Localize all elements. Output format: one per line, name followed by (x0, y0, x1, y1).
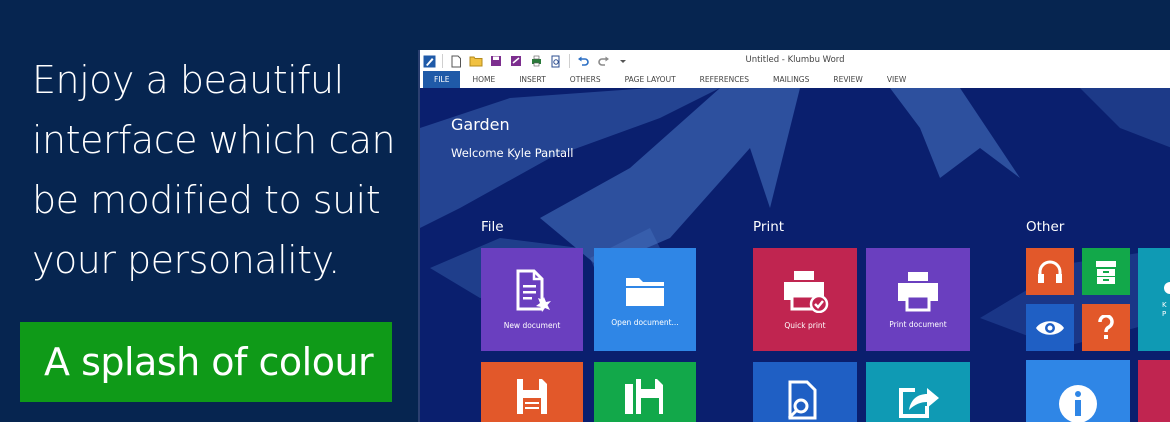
eye-tile[interactable] (1026, 304, 1074, 351)
export-icon (899, 388, 939, 418)
archive-icon (1096, 260, 1116, 284)
tab-insert[interactable]: INSERT (507, 71, 558, 88)
backstage-view: Garden Welcome Kyle Pantall File Print O… (420, 88, 1170, 422)
help-tile[interactable] (1082, 304, 1130, 351)
group-label-file: File (481, 219, 504, 235)
title-bar: Untitled - Klumbu Word (420, 50, 1170, 71)
backstage-title: Garden (451, 115, 510, 134)
info-tile[interactable] (1026, 360, 1130, 422)
promo-headline: Enjoy a beautiful interface which can be… (32, 58, 396, 282)
save-icon (517, 379, 547, 414)
tab-others[interactable]: OTHERS (558, 71, 613, 88)
eye-icon (1036, 320, 1064, 335)
tile-caption: Quick print (784, 321, 826, 330)
headphones-tile[interactable] (1026, 248, 1074, 295)
tab-review[interactable]: REVIEW (821, 71, 874, 88)
tab-file[interactable]: FILE (423, 71, 461, 88)
tab-page-layout[interactable]: PAGE LAYOUT (613, 71, 688, 88)
print-preview-icon (787, 380, 817, 420)
tile-caption: Open document... (611, 318, 679, 327)
tab-references[interactable]: REFERENCES (688, 71, 761, 88)
question-icon (1098, 314, 1114, 339)
save-all-tile[interactable] (594, 362, 696, 422)
export-tile[interactable] (866, 362, 970, 422)
tab-mailings[interactable]: MAILINGS (761, 71, 821, 88)
quick-print-tile[interactable]: Quick print (753, 248, 857, 351)
welcome-message: Welcome Kyle Pantall (451, 146, 574, 160)
archive-tile[interactable] (1082, 248, 1130, 295)
save-tile[interactable] (481, 362, 583, 422)
info-icon (1164, 281, 1170, 294)
save-all-icon (625, 379, 663, 414)
new-document-tile[interactable]: New document (481, 248, 583, 351)
splash-of-colour-button[interactable]: A splash of colour (20, 322, 392, 402)
info-icon (1059, 385, 1097, 422)
app-window: Untitled - Klumbu Word FILE HOME INSERT … (418, 50, 1170, 422)
open-document-tile[interactable]: Open document... (594, 248, 696, 351)
ribbon-tabs: FILE HOME INSERT OTHERS PAGE LAYOUT REFE… (420, 71, 1170, 88)
quick-print-icon (784, 271, 829, 313)
headphones-icon (1038, 260, 1062, 283)
new-document-icon (516, 269, 551, 312)
print-document-tile[interactable]: Print document (866, 248, 970, 351)
window-title: Untitled - Klumbu Word (745, 55, 845, 65)
printer-icon (898, 272, 938, 312)
tile-caption: K P (1162, 300, 1167, 318)
group-label-print: Print (753, 219, 785, 235)
extra-tile[interactable] (1138, 360, 1170, 422)
tab-view[interactable]: VIEW (875, 71, 919, 88)
tile-caption: New document (503, 321, 561, 330)
print-preview-tile[interactable] (753, 362, 857, 422)
tab-home[interactable]: HOME (460, 71, 507, 88)
folder-icon (626, 278, 664, 306)
tile-caption: Print document (889, 320, 947, 329)
group-label-other: Other (1026, 219, 1065, 235)
k-p-tile[interactable]: K P (1138, 248, 1170, 351)
